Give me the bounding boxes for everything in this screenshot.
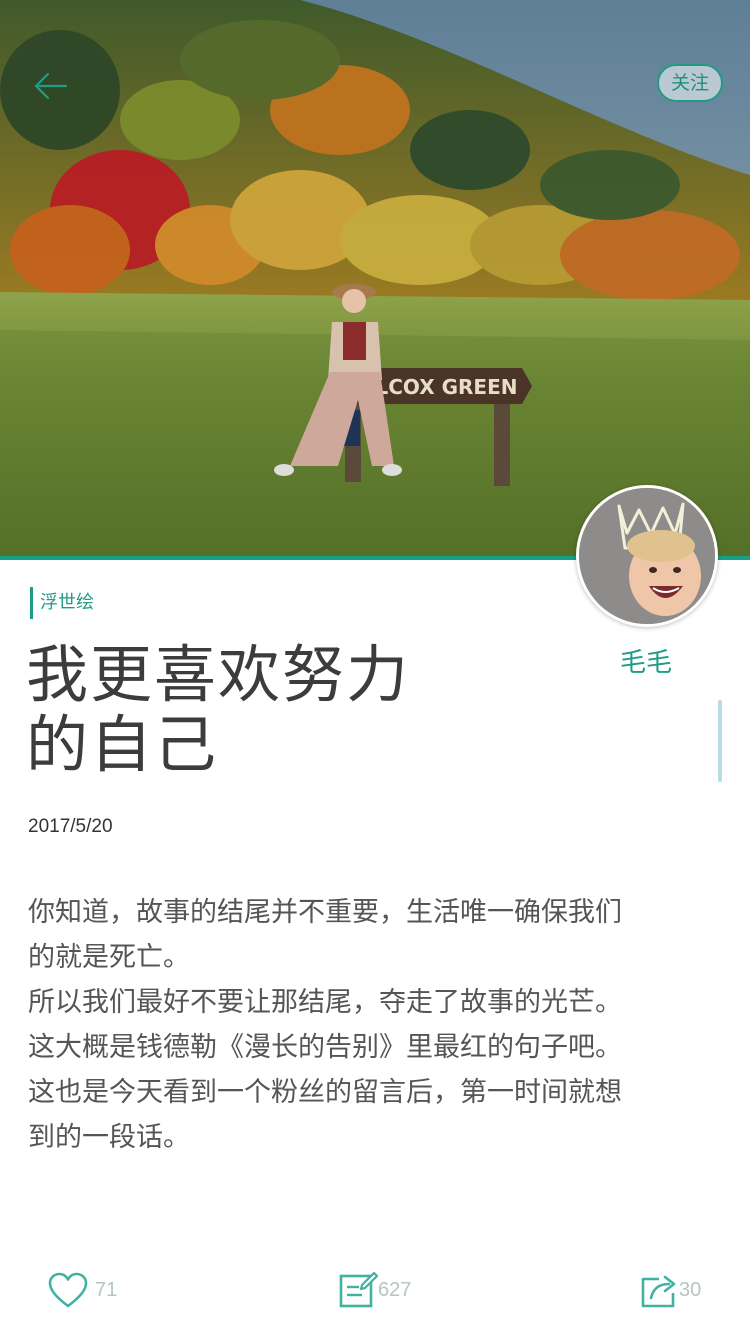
share-icon: [641, 1275, 676, 1308]
paragraph: 这也是今天看到一个粉丝的留言后，第一时间就想到的一段话。: [28, 1077, 622, 1153]
avatar-image: [579, 488, 715, 624]
publish-date: 2017/5/20: [28, 816, 113, 837]
landscape-photo: WILCOX GREEN: [0, 0, 750, 558]
article-page: WILCOX GREEN 关注 毛毛 浮世绘 我更喜欢努力 的自己 2017/5…: [0, 0, 750, 1334]
title-line-1: 我更喜欢努力: [26, 638, 411, 711]
share-button[interactable]: 30: [639, 1268, 701, 1312]
avatar[interactable]: [576, 485, 718, 627]
like-count: 71: [95, 1278, 118, 1301]
comment-count: 627: [378, 1278, 412, 1301]
back-button[interactable]: [26, 62, 74, 110]
comment-button[interactable]: 627: [338, 1268, 411, 1312]
heart-icon: [48, 1272, 88, 1308]
like-button[interactable]: 71: [47, 1268, 117, 1312]
article-title: 我更喜欢努力 的自己: [26, 640, 446, 780]
arrow-left-icon: [34, 72, 68, 100]
article-body: 你知道，故事的结尾并不重要，生活唯一确保我们的就是死亡。 所以我们最好不要让那结…: [28, 890, 624, 1160]
title-line-2: 的自己: [26, 708, 219, 781]
share-count: 30: [679, 1278, 702, 1301]
paragraph: 你知道，故事的结尾并不重要，生活唯一确保我们的就是死亡。: [28, 897, 622, 973]
hero-image: WILCOX GREEN 关注: [0, 0, 750, 558]
follow-button[interactable]: 关注: [657, 64, 723, 102]
author-name[interactable]: 毛毛: [600, 642, 692, 679]
edit-note-icon: [339, 1271, 378, 1308]
category-tag[interactable]: 浮世绘: [30, 587, 94, 619]
scrollbar[interactable]: [718, 700, 722, 782]
paragraph: 所以我们最好不要让那结尾，夺走了故事的光芒。: [28, 987, 622, 1018]
paragraph: 这大概是钱德勒《漫长的告别》里最红的句子吧。: [28, 1032, 622, 1063]
